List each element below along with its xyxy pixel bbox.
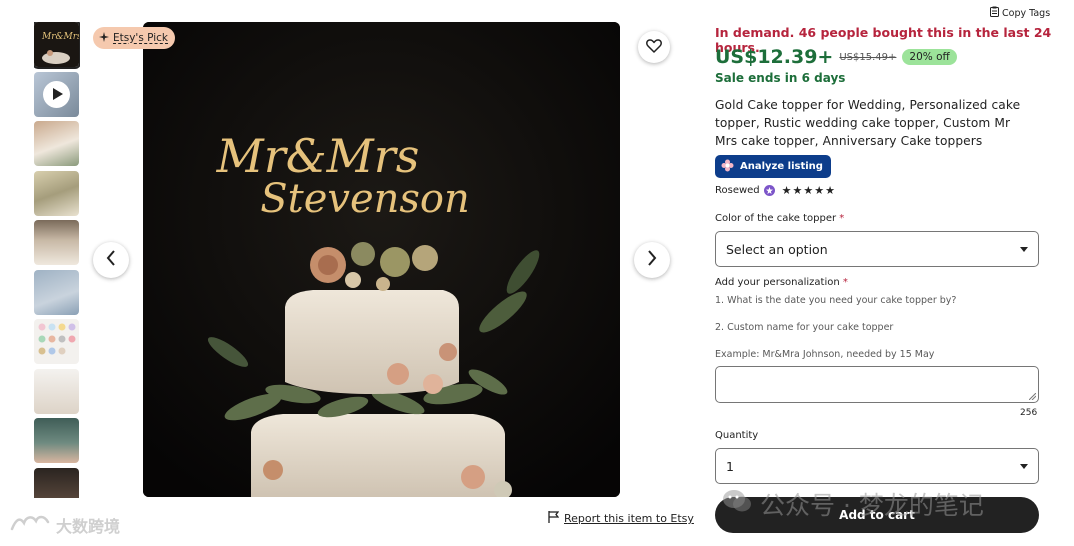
quantity-label: Quantity (715, 430, 759, 441)
caret-down-icon (1020, 246, 1028, 252)
copy-tags-button[interactable]: Copy Tags (990, 6, 1050, 20)
etsys-pick-label: Etsy's Pick (113, 32, 169, 44)
favorite-button[interactable] (638, 31, 670, 63)
svg-text:Mr&Mrs: Mr&Mrs (41, 32, 79, 42)
sale-ends-text: Sale ends in 6 days (715, 71, 846, 85)
flag-icon (548, 511, 560, 526)
clipboard-icon (990, 6, 999, 20)
copy-tags-label: Copy Tags (1002, 7, 1051, 19)
etsys-pick-badge: Etsy's Pick (93, 27, 176, 49)
heart-icon (646, 38, 662, 57)
caret-down-icon (1020, 463, 1028, 469)
personalization-example: Example: Mr&Mra Johnson, needed by 15 Ma… (715, 349, 935, 360)
topper-text-line1: Mr&Mrs (216, 129, 420, 183)
thumbnail-image[interactable] (34, 121, 79, 166)
watermark-left: 大数跨境 (10, 513, 120, 537)
thumbnail-video[interactable] (34, 71, 79, 117)
watermark-right-text: 公众号 · 梦龙的笔记 (760, 491, 984, 520)
thumbnail-image[interactable] (34, 170, 79, 216)
report-item-label: Report this item to Etsy (564, 512, 694, 525)
sparkle-icon (99, 31, 109, 45)
listing-title: Gold Cake topper for Wedding, Personaliz… (715, 98, 1021, 148)
analyze-listing-label: Analyze listing (740, 161, 823, 172)
shop-row: Rosewed ★★★★★ (715, 184, 836, 197)
thumbnail-image[interactable] (34, 220, 79, 265)
required-asterisk: * (842, 277, 848, 288)
price-row: US$12.39+ US$15.49+ 20% off (715, 46, 957, 68)
thumbnail-image[interactable] (34, 319, 79, 364)
shop-name-link[interactable]: Rosewed (715, 185, 760, 196)
watermark-logo-icon (10, 513, 50, 537)
discount-badge: 20% off (902, 49, 957, 65)
star-seller-icon (763, 185, 775, 196)
wechat-icon (722, 488, 752, 520)
required-asterisk: * (839, 213, 845, 224)
rating-stars[interactable]: ★★★★★ (782, 184, 836, 197)
report-item-link[interactable]: Report this item to Etsy (548, 511, 694, 526)
personalization-instruction-2: 2. Custom name for your cake topper (715, 322, 894, 333)
thumbnail-strip: Mr&Mrs (34, 22, 80, 498)
topper-text-line2: Stevenson (260, 176, 470, 222)
color-label-text: Color of the cake topper (715, 213, 837, 224)
analyze-listing-button[interactable]: Analyze listing (715, 155, 831, 178)
personalization-label-text: Add your personalization (715, 277, 840, 288)
thumbnail-image[interactable] (34, 467, 79, 498)
original-price: US$15.49+ (839, 51, 897, 63)
chevron-right-icon (647, 250, 657, 270)
personalization-textarea[interactable] (715, 366, 1039, 403)
color-field-label: Color of the cake topper * (715, 213, 844, 224)
thumbnail-image[interactable] (34, 418, 79, 463)
thumbnail-image[interactable] (34, 269, 79, 315)
watermark-right: 公众号 · 梦龙的笔记 (722, 486, 984, 522)
previous-image-button[interactable] (93, 242, 129, 278)
personalization-instruction-1: 1. What is the date you need your cake t… (715, 295, 957, 306)
color-select-value: Select an option (726, 241, 828, 257)
resize-handle-icon[interactable] (1029, 393, 1036, 400)
flower-icon (721, 159, 734, 175)
watermark-left-text: 大数跨境 (56, 517, 121, 536)
quantity-select-value: 1 (726, 458, 734, 474)
thumbnail-image[interactable]: Mr&Mrs (34, 22, 80, 69)
sale-price: US$12.39+ (715, 46, 834, 68)
next-image-button[interactable] (634, 242, 670, 278)
main-product-image: Mr&Mrs Stevenson (143, 22, 620, 497)
personalization-label: Add your personalization * (715, 277, 848, 288)
color-select[interactable]: Select an option (715, 231, 1039, 267)
quantity-select[interactable]: 1 (715, 448, 1039, 484)
character-counter: 256 (1020, 408, 1038, 418)
play-icon (43, 80, 70, 108)
thumbnail-image[interactable] (34, 368, 79, 414)
chevron-left-icon (106, 250, 116, 270)
